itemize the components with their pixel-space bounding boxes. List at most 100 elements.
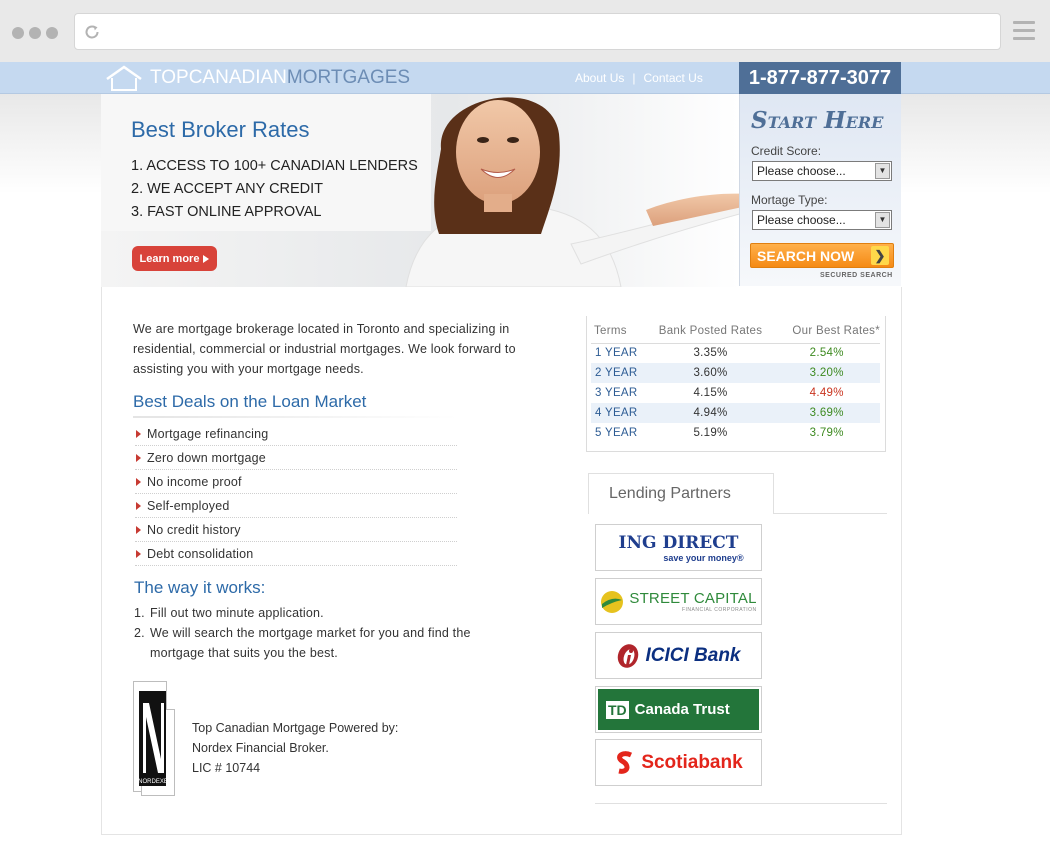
window-dot[interactable] bbox=[29, 27, 41, 39]
start-here-panel: Start Here Credit Score: Please choose..… bbox=[739, 94, 901, 286]
credit-score-label: Credit Score: bbox=[751, 144, 822, 158]
lending-partners-title: Lending Partners bbox=[609, 485, 731, 502]
deals-list: Mortgage refinancing Zero down mortgage … bbox=[135, 422, 457, 566]
list-item[interactable]: Zero down mortgage bbox=[135, 446, 457, 470]
step-text: Fill out two minute application. bbox=[150, 606, 324, 620]
search-now-label: SEARCH NOW bbox=[757, 247, 855, 264]
license-line: LIC # 10744 bbox=[192, 761, 261, 775]
term-cell[interactable]: 2 YEAR bbox=[591, 363, 648, 383]
table-row: 4 YEAR 4.94% 3.69% bbox=[591, 403, 880, 423]
deal-label: Mortgage refinancing bbox=[147, 426, 269, 441]
partner-scotiabank[interactable]: Scotiabank bbox=[595, 739, 762, 786]
term-cell[interactable]: 5 YEAR bbox=[591, 423, 648, 443]
bank-rate-cell: 3.35% bbox=[693, 347, 728, 360]
triangle-bullet-icon bbox=[136, 550, 141, 558]
credit-score-select[interactable]: Please choose... ▼ bbox=[752, 161, 892, 181]
nav-separator: | bbox=[632, 71, 636, 85]
deal-label: Debt consolidation bbox=[147, 546, 254, 561]
hero-title: Best Broker Rates bbox=[131, 117, 310, 142]
window-dot[interactable] bbox=[46, 27, 58, 39]
house-logo-icon bbox=[106, 65, 142, 91]
powered-by-block: Top Canadian Mortgage Powered by: Nordex… bbox=[192, 718, 398, 778]
contact-us-link[interactable]: Contact Us bbox=[643, 71, 702, 85]
learn-more-label: Learn more bbox=[139, 252, 200, 265]
table-row: 2 YEAR 3.60% 3.20% bbox=[591, 363, 880, 383]
powered-line: Top Canadian Mortgage Powered by: bbox=[192, 721, 399, 735]
term-cell[interactable]: 4 YEAR bbox=[591, 403, 648, 423]
best-rate-cell: 3.69% bbox=[773, 403, 880, 423]
td-mark: TD bbox=[606, 700, 629, 719]
col-best-rates: Our Best Rates* bbox=[773, 320, 880, 344]
list-item[interactable]: Self-employed bbox=[135, 494, 457, 518]
list-item[interactable]: Mortgage refinancing bbox=[135, 422, 457, 446]
triangle-bullet-icon bbox=[136, 430, 141, 438]
deal-label: Self-employed bbox=[147, 498, 230, 513]
hero-point: 3. FAST ONLINE APPROVAL bbox=[131, 204, 322, 220]
ing-name: ING DIRECT bbox=[618, 532, 739, 553]
site-logo[interactable]: TOPCANADIANMORTGAGES bbox=[104, 64, 410, 92]
how-it-works-heading: The way it works: bbox=[134, 578, 266, 597]
url-bar[interactable] bbox=[74, 13, 1001, 50]
list-item[interactable]: No credit history bbox=[135, 518, 457, 542]
powered-line: Nordex Financial Broker. bbox=[192, 741, 329, 755]
list-item[interactable]: Debt consolidation bbox=[135, 542, 457, 566]
steps-list: 1. Fill out two minute application. 2. We … bbox=[134, 603, 490, 663]
chevron-down-icon[interactable]: ▼ bbox=[875, 212, 890, 228]
table-row: 1 YEAR 3.35% 2.54% bbox=[591, 343, 880, 363]
about-us-link[interactable]: About Us bbox=[575, 71, 624, 85]
list-item[interactable]: No income proof bbox=[135, 470, 457, 494]
window-dot[interactable] bbox=[12, 27, 24, 39]
icici-name: ICICI Bank bbox=[645, 644, 741, 666]
reload-icon[interactable] bbox=[83, 23, 101, 41]
partner-street-capital[interactable]: STREET CAPITAL FINANCIAL CORPORATION bbox=[595, 578, 762, 625]
triangle-bullet-icon bbox=[136, 454, 141, 462]
mortgage-type-value: Please choose... bbox=[757, 213, 846, 227]
td-name: Canada Trust bbox=[634, 701, 730, 718]
deal-label: No credit history bbox=[147, 522, 241, 537]
secured-search-label: SECURED SEARCH bbox=[820, 272, 893, 279]
step-item: 2. We will search the mortgage market for… bbox=[134, 623, 490, 663]
step-item: 1. Fill out two minute application. bbox=[134, 603, 490, 623]
menu-icon[interactable] bbox=[1013, 21, 1035, 45]
table-row: 3 YEAR 4.15% 4.49% bbox=[591, 383, 880, 403]
logo-text-secondary: MORTGAGES bbox=[286, 67, 411, 88]
play-icon bbox=[203, 254, 210, 263]
logo-text: TOPCANADIANMORTGAGES bbox=[150, 67, 410, 89]
rates-table-box: Terms Bank Posted Rates Our Best Rates* … bbox=[586, 316, 886, 452]
street-capital-logo-icon bbox=[601, 590, 624, 613]
nordex-logo-text: NORDEXE bbox=[138, 779, 168, 785]
deals-divider bbox=[133, 416, 458, 418]
step-number: 1. bbox=[134, 606, 145, 620]
ing-tagline: save your money® bbox=[663, 552, 744, 563]
term-cell[interactable]: 1 YEAR bbox=[591, 343, 648, 363]
hero-points: 1. ACCESS TO 100+ CANADIAN LENDERS 2. WE… bbox=[131, 155, 418, 224]
bank-rate-cell: 3.60% bbox=[647, 363, 774, 383]
nordex-logo: NORDEXE bbox=[133, 681, 175, 796]
credit-score-value: Please choose... bbox=[757, 164, 846, 178]
scotiabank-logo-icon bbox=[617, 750, 633, 774]
mortgage-type-select[interactable]: Please choose... ▼ bbox=[752, 210, 892, 230]
chevron-down-icon[interactable]: ▼ bbox=[875, 163, 890, 179]
street-capital-name: STREET CAPITAL bbox=[629, 590, 757, 607]
search-now-button[interactable]: SEARCH NOW ❯ bbox=[750, 243, 894, 268]
intro-text: We are mortgage brokerage located in Tor… bbox=[133, 322, 516, 376]
partner-icici-bank[interactable]: ICICI Bank bbox=[595, 632, 762, 679]
best-rate-cell: 3.79% bbox=[809, 427, 844, 439]
window-controls[interactable] bbox=[12, 27, 58, 39]
bank-rate-cell: 5.19% bbox=[693, 427, 728, 439]
partners-divider bbox=[595, 803, 887, 804]
partner-td-canada-trust[interactable]: TD Canada Trust bbox=[595, 686, 762, 733]
term-cell[interactable]: 3 YEAR bbox=[591, 383, 648, 403]
hero-banner: Best Broker Rates 1. ACCESS TO 100+ CANA… bbox=[101, 94, 739, 287]
partner-ing-direct[interactable]: ING DIRECT save your money® bbox=[595, 524, 762, 571]
deal-label: Zero down mortgage bbox=[147, 450, 266, 465]
phone-number[interactable]: 1-877-877-3077 bbox=[739, 62, 901, 94]
table-header-row: Terms Bank Posted Rates Our Best Rates* bbox=[591, 320, 880, 344]
learn-more-button[interactable]: Learn more bbox=[132, 246, 217, 271]
scotiabank-name: Scotiabank bbox=[641, 751, 743, 773]
col-terms: Terms bbox=[591, 320, 648, 344]
triangle-bullet-icon bbox=[136, 502, 141, 510]
tab-lending-partners[interactable]: Lending Partners bbox=[588, 473, 774, 514]
best-rate-cell: 3.20% bbox=[773, 363, 880, 383]
bank-rate-cell: 4.15% bbox=[693, 387, 728, 399]
